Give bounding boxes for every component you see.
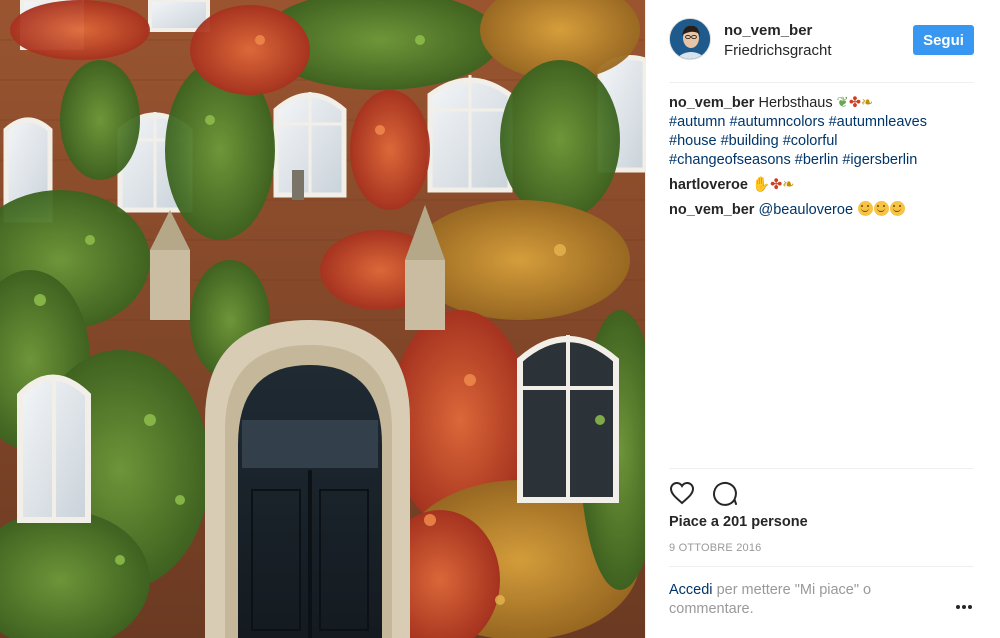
caption-username[interactable]: no_vem_ber — [669, 95, 754, 111]
comments-list: no_vem_ber Herbsthaus ❦✤❧ #autumn #autum… — [669, 94, 974, 226]
post-header: no_vem_ber Friedrichsgracht Segui — [646, 0, 1000, 82]
post-side-panel: no_vem_ber Friedrichsgracht Segui no_vem… — [645, 0, 1000, 638]
comment-username[interactable]: hartloveroe — [669, 177, 748, 193]
hashtag[interactable]: #house — [669, 133, 717, 149]
comment-mention[interactable]: @beauloveroe — [758, 202, 853, 218]
hashtag[interactable]: #autumn — [669, 114, 725, 130]
post-date[interactable]: 9 OTTOBRE 2016 — [669, 542, 761, 554]
ellipsis-icon[interactable] — [954, 600, 974, 614]
likes-count[interactable]: Piace a 201 persone — [669, 514, 808, 530]
caption: no_vem_ber Herbsthaus ❦✤❧ #autumn #autum… — [669, 94, 974, 170]
hashtag[interactable]: #autumnleaves — [829, 114, 927, 130]
comment-item: hartloveroe ✋✤❧ — [669, 176, 974, 195]
smile-emoji-icon — [890, 201, 906, 216]
maple-leaf-emoji-icon: ✤ — [770, 177, 783, 193]
hashtag[interactable]: #building — [721, 133, 779, 149]
hashtag[interactable]: #autumncolors — [729, 114, 824, 130]
hashtag[interactable]: #berlin — [795, 152, 839, 168]
building-ivy-image — [0, 0, 645, 638]
login-divider — [669, 566, 974, 567]
hashtag[interactable]: #changeofseasons — [669, 152, 791, 168]
caption-text: Herbsthaus — [758, 95, 833, 111]
hashtag[interactable]: #colorful — [783, 133, 838, 149]
post-username[interactable]: no_vem_ber — [724, 22, 812, 39]
comment-item: no_vem_ber @beauloveroe — [669, 201, 974, 220]
header-divider — [669, 82, 974, 83]
post-actions — [669, 480, 974, 508]
follow-button[interactable]: Segui — [913, 25, 974, 55]
fallen-leaf-emoji-icon: ❧ — [782, 177, 795, 193]
login-prompt: Accedi per mettere "Mi piace" o commenta… — [669, 581, 909, 619]
post-location[interactable]: Friedrichsgracht — [724, 42, 832, 59]
avatar[interactable] — [669, 18, 711, 60]
login-link[interactable]: Accedi — [669, 582, 713, 598]
leaf-emoji-icon: ❦ — [836, 95, 849, 111]
avatar-image — [670, 19, 710, 59]
fallen-leaf-emoji-icon: ❧ — [860, 95, 874, 111]
maple-leaf-emoji-icon: ✤ — [848, 95, 861, 111]
ok-hand-emoji-icon: ✋ — [752, 177, 771, 193]
hashtag[interactable]: #igersberlin — [842, 152, 917, 168]
arched-door — [238, 365, 382, 638]
actions-divider — [669, 468, 974, 469]
smile-emoji-icon — [874, 201, 890, 216]
heart-icon[interactable] — [669, 480, 695, 506]
comment-icon[interactable] — [712, 480, 738, 506]
comment-username[interactable]: no_vem_ber — [669, 202, 754, 218]
smile-emoji-icon — [858, 201, 874, 216]
post-photo[interactable] — [0, 0, 645, 638]
